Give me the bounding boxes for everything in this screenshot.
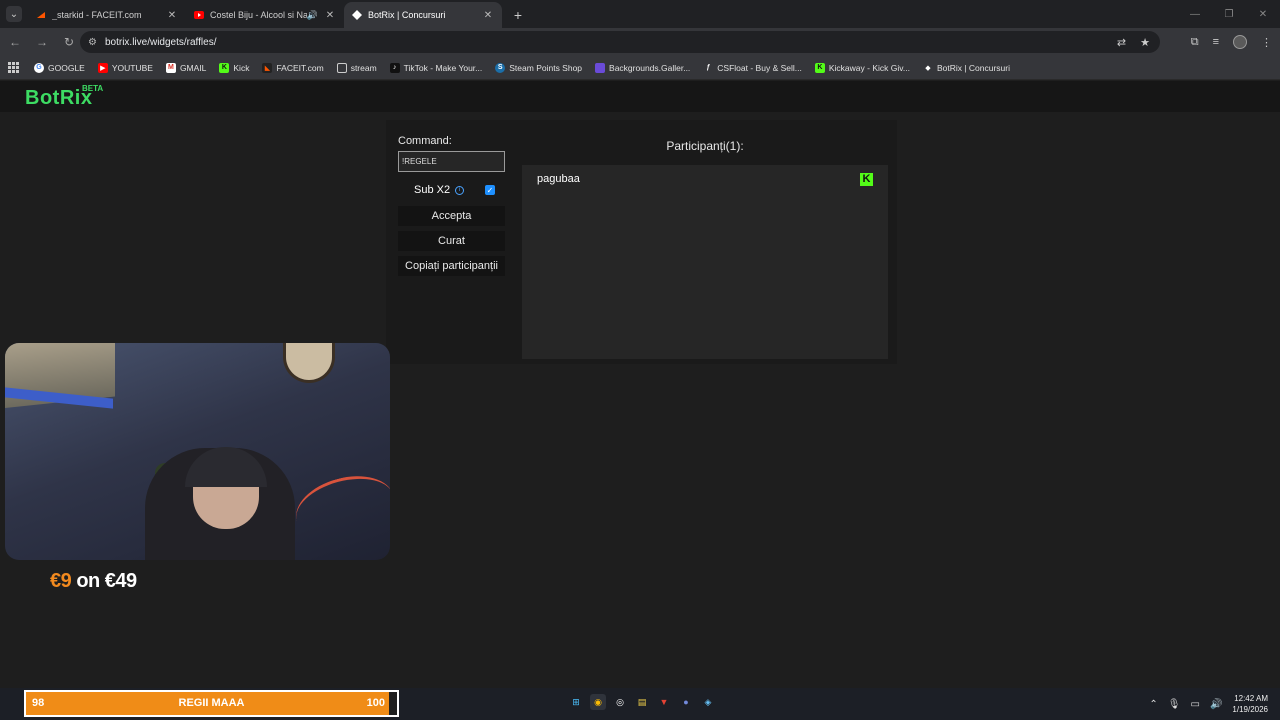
site-header: BotRix BETA xyxy=(0,81,1280,112)
close-icon[interactable]: ✕ xyxy=(324,10,336,21)
copy-participants-button[interactable]: Copiați participanții xyxy=(398,256,505,276)
botrix-icon xyxy=(352,10,362,20)
folder-icon xyxy=(336,62,347,73)
bookmark-gmail[interactable]: M GMAIL xyxy=(165,62,206,73)
back-icon[interactable]: ← xyxy=(3,30,27,54)
bookmark-csfloat[interactable]: ƒ CSFloat - Buy & Sell... xyxy=(703,63,802,73)
kick-icon: K xyxy=(860,172,873,186)
google-icon: G xyxy=(34,62,44,73)
taskbar-apps: ⊞ ◉ ◎ ▤ ▼ ● ◈ xyxy=(568,694,716,710)
media-control-icon[interactable]: ≡ xyxy=(1213,36,1219,48)
steam-app-icon[interactable]: ◈ xyxy=(700,694,716,710)
system-clock[interactable]: 12:42 AM 1/19/2026 xyxy=(1232,693,1268,715)
goal-label: REGII MAAA xyxy=(178,697,245,709)
profile-avatar[interactable] xyxy=(1233,35,1247,49)
bookmark-kick[interactable]: K Kick xyxy=(219,62,249,73)
bookmark-faceit[interactable]: ◣ FACEIT.com xyxy=(262,62,324,73)
sub-multiplier-row: Sub X2 i ✓ xyxy=(398,182,505,198)
raffle-panel: Command: Sub X2 i ✓ Accepta Curat Copiaț… xyxy=(386,120,897,364)
translate-icon[interactable]: ⇄ xyxy=(1117,36,1126,49)
display-icon[interactable]: ▭ xyxy=(1191,699,1200,710)
volume-icon[interactable]: 🔊 xyxy=(1210,699,1222,710)
accept-button[interactable]: Accepta xyxy=(398,206,505,226)
youtube-icon: ▶ xyxy=(97,62,108,73)
bookmark-star-icon[interactable]: ★ xyxy=(1140,36,1150,49)
wall-clock xyxy=(283,343,335,383)
kickaway-icon: K xyxy=(814,62,825,73)
clear-button[interactable]: Curat xyxy=(398,231,505,251)
info-icon[interactable]: i xyxy=(455,185,465,195)
csfloat-icon: ƒ xyxy=(706,64,711,71)
tab-search-button[interactable]: ⌄ xyxy=(6,6,22,22)
command-input[interactable] xyxy=(398,151,505,172)
youtube-icon xyxy=(194,11,204,19)
participant-name: pagubaa xyxy=(537,173,580,185)
close-window-icon[interactable]: ✕ xyxy=(1246,0,1280,28)
notes-icon[interactable]: ▤ xyxy=(634,694,650,710)
bookmark-steam[interactable]: S Steam Points Shop xyxy=(495,62,582,73)
beta-badge: BETA xyxy=(82,84,104,93)
minimize-icon[interactable]: — xyxy=(1178,0,1212,28)
participants-list: pagubaa K xyxy=(522,165,888,359)
forward-icon[interactable]: → xyxy=(30,30,54,54)
extensions-icon[interactable]: ⧉ xyxy=(1191,36,1199,49)
taskbar: 98 REGII MAAA 100 ⊞ ◉ ◎ ▤ ▼ ● ◈ ⌃ 🎙 ▭ 🔊 … xyxy=(0,688,1280,720)
window-controls: — ❐ ✕ xyxy=(1178,0,1280,28)
tab-youtube[interactable]: Costel Biju - Alcool si Narco 🔊 ✕ xyxy=(186,2,344,28)
price-suffix: on €49 xyxy=(76,570,137,592)
restore-icon[interactable]: ❐ xyxy=(1212,0,1246,28)
bookmark-youtube[interactable]: ▶ YOUTUBE xyxy=(97,62,153,73)
reload-icon[interactable]: ↻ xyxy=(57,30,81,54)
price-overlay: €9 on €49 xyxy=(50,570,137,593)
menu-icon[interactable]: ⋮ xyxy=(1261,36,1272,49)
bookmark-backgrounds[interactable]: Backgrounds.Galler... xyxy=(595,62,690,73)
microphone-icon[interactable]: 🎙 xyxy=(1168,699,1181,710)
browser-toolbar: ← → ↻ ⚙ botrix.live/widgets/raffles/ ⇄ ★… xyxy=(0,28,1280,56)
discord-icon[interactable]: ● xyxy=(678,694,694,710)
address-bar[interactable]: ⚙ botrix.live/widgets/raffles/ ⇄ ★ xyxy=(80,31,1160,53)
chrome-icon[interactable]: ◉ xyxy=(590,694,606,710)
bookmark-botrix[interactable]: ◆ BotRix | Concursuri xyxy=(923,63,1010,73)
faceit-icon: ◣ xyxy=(262,62,273,73)
price-amount: €9 xyxy=(50,570,72,592)
bookmark-folder-stream[interactable]: stream xyxy=(336,62,377,73)
goal-progress-bar: 98 REGII MAAA 100 xyxy=(24,690,399,717)
faceit-icon xyxy=(36,10,46,20)
close-icon[interactable]: ✕ xyxy=(166,10,178,21)
url-text: botrix.live/widgets/raffles/ xyxy=(104,36,217,48)
chevron-up-icon[interactable]: ⌃ xyxy=(1149,699,1157,710)
backgrounds-icon xyxy=(595,62,606,73)
speaker-icon[interactable]: 🔊 xyxy=(307,10,318,21)
new-tab-button[interactable]: + xyxy=(508,5,528,25)
tab-title: BotRix | Concursuri xyxy=(368,10,446,20)
tab-botrix[interactable]: BotRix | Concursuri ✕ xyxy=(344,2,502,28)
goal-target: 100 xyxy=(366,697,385,709)
browser-tab-strip: ⌄ _starkid - FACEIT.com ✕ Costel Biju - … xyxy=(0,0,1280,28)
sub-multiplier-label: Sub X2 xyxy=(414,184,451,196)
steam-icon: S xyxy=(495,62,506,73)
site-info-icon[interactable]: ⚙ xyxy=(88,37,97,48)
tab-title: Costel Biju - Alcool si Narco xyxy=(210,10,307,20)
tiktok-icon: ♪ xyxy=(389,62,400,73)
bookmark-google[interactable]: G GOOGLE xyxy=(34,62,85,73)
gmail-icon: M xyxy=(165,62,176,73)
bookmark-tiktok[interactable]: ♪ TikTok - Make Your... xyxy=(389,62,482,73)
webcam-overlay xyxy=(5,343,390,560)
sub-multiplier-checkbox[interactable]: ✓ xyxy=(485,185,495,195)
bookmarks-bar: G GOOGLE ▶ YOUTUBE M GMAIL K Kick ◣ FACEIT.co… xyxy=(0,56,1280,80)
botrix-icon: ◆ xyxy=(925,64,931,72)
close-icon[interactable]: ✕ xyxy=(482,10,494,21)
list-item[interactable]: pagubaa K xyxy=(537,172,873,186)
command-label: Command: xyxy=(398,135,452,147)
bookmark-kickaway[interactable]: K Kickaway - Kick Giv... xyxy=(814,62,910,73)
shield-app-icon[interactable]: ▼ xyxy=(656,694,672,710)
system-tray: ⌃ 🎙 ▭ 🔊 12:42 AM 1/19/2026 xyxy=(1149,688,1268,720)
tab-faceit[interactable]: _starkid - FACEIT.com ✕ xyxy=(28,2,186,28)
tab-title: _starkid - FACEIT.com xyxy=(52,10,142,20)
apps-grid-icon[interactable] xyxy=(8,61,20,74)
participants-title: Participanți(1): xyxy=(666,139,744,153)
obs-icon[interactable]: ◎ xyxy=(612,694,628,710)
kick-icon: K xyxy=(219,62,230,73)
windows-start-icon[interactable]: ⊞ xyxy=(568,694,584,710)
